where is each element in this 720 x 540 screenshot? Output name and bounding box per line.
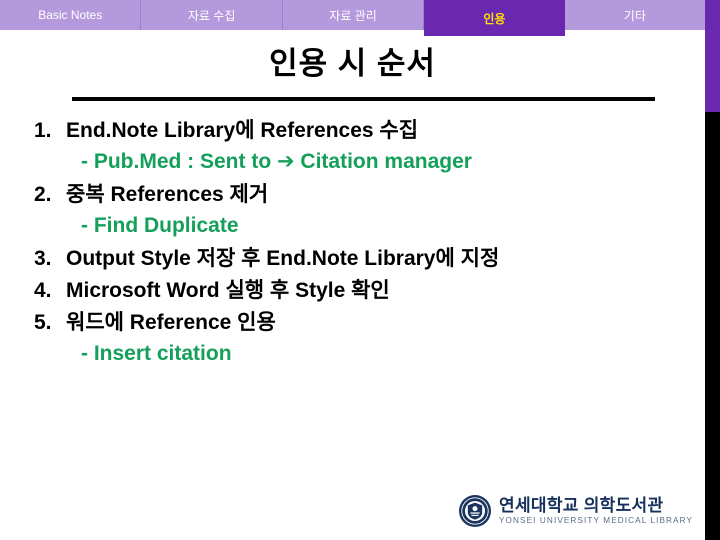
list-item-subtext: - Pub.Med : Sent to ➔ Citation manager: [81, 150, 472, 173]
list-item-main: 2. 중복 References 제거: [34, 180, 694, 210]
tab-data-management-label: 자료 관리: [329, 8, 377, 23]
tab-basic-notes[interactable]: Basic Notes: [0, 0, 142, 30]
list-item-number: 2.: [34, 183, 52, 206]
list-item-text: 워드에 Reference 인용: [66, 311, 276, 334]
list-item: 2. 중복 References 제거 - Find Duplicate: [34, 180, 694, 242]
tab-citation[interactable]: 인용: [424, 0, 565, 36]
footer-logo-text: 연세대학교 의학도서관 YONSEI UNIVERSITY MEDICAL LI…: [499, 496, 693, 526]
right-edge-lower-bar: [705, 112, 720, 540]
list-item: 4. Microsoft Word 실행 후 Style 확인: [34, 276, 694, 306]
tab-data-management[interactable]: 자료 관리: [283, 0, 425, 30]
list-item: 3. Output Style 저장 후 End.Note Library에 지…: [34, 244, 694, 274]
list-item-main: 3. Output Style 저장 후 End.Note Library에 지…: [34, 244, 694, 274]
list-item-subtext: - Insert citation: [81, 342, 232, 365]
list-item-main: 5. 워드에 Reference 인용: [34, 308, 694, 338]
footer-logo: 연세대학교 의학도서관 YONSEI UNIVERSITY MEDICAL LI…: [458, 494, 693, 528]
list-item: 5. 워드에 Reference 인용 - Insert citation: [34, 308, 694, 370]
tab-etc-label: 기타: [623, 8, 646, 23]
university-seal-icon: [459, 495, 491, 527]
footer-logo-korean: 연세대학교 의학도서관: [499, 496, 664, 515]
tab-data-collection[interactable]: 자료 수집: [141, 0, 283, 30]
page-title: 인용 시 순서: [269, 46, 436, 81]
content-list: 1. End.Note Library에 References 수집 - Pub…: [34, 116, 694, 372]
list-item-number: 3.: [34, 247, 52, 270]
footer-logo-english: YONSEI UNIVERSITY MEDICAL LIBRARY: [499, 516, 694, 525]
list-item-main: 4. Microsoft Word 실행 후 Style 확인: [34, 276, 694, 306]
navigation-bar: Basic Notes 자료 수집 자료 관리 인용 기타: [0, 0, 705, 36]
list-item-text: End.Note Library에 References 수집: [66, 119, 419, 142]
list-item-text: Output Style 저장 후 End.Note Library에 지정: [66, 247, 500, 270]
list-item-number: 1.: [34, 119, 52, 142]
list-item-number: 4.: [34, 279, 52, 302]
tab-basic-notes-label: Basic Notes: [38, 8, 103, 22]
list-item-text: Microsoft Word 실행 후 Style 확인: [66, 279, 390, 302]
list-item-subtext: - Find Duplicate: [81, 214, 239, 237]
list-item: 1. End.Note Library에 References 수집 - Pub…: [34, 116, 694, 178]
list-item-text: 중복 References 제거: [66, 183, 269, 206]
list-item-main: 1. End.Note Library에 References 수집: [34, 116, 694, 146]
tab-data-collection-label: 자료 수집: [187, 8, 236, 23]
right-edge-accent-bar: [705, 0, 720, 112]
tab-etc[interactable]: 기타: [565, 0, 705, 30]
list-item-number: 5.: [34, 311, 52, 334]
tab-citation-label: 인용: [483, 11, 506, 26]
title-block: 인용 시 순서: [0, 44, 705, 84]
title-divider-rule: [72, 97, 655, 101]
